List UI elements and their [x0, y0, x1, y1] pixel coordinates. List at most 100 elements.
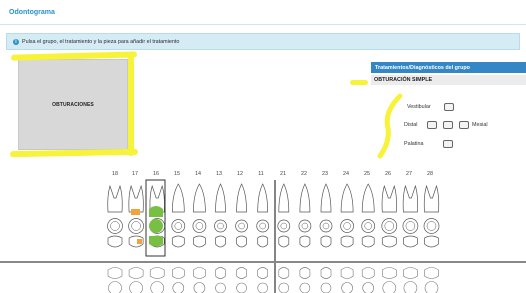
tooth-24-profile	[340, 183, 354, 213]
tooth-25-occlusal	[361, 219, 376, 233]
lower-tooth-9-occlusal	[299, 282, 311, 293]
tooth-26-profile	[381, 184, 397, 213]
tooth-11-profile	[257, 183, 269, 213]
tooth-11-occlusal	[256, 219, 270, 233]
tooth-27-occlusal	[402, 218, 419, 234]
lower-tooth-8-outline	[278, 267, 290, 279]
tooth-25-palatal	[361, 235, 375, 248]
lower-tooth-13-occlusal	[382, 281, 397, 293]
highlight-stroke-right	[128, 56, 134, 156]
marker-tooth-17	[131, 209, 140, 215]
tooth-28[interactable]	[423, 184, 440, 293]
lower-tooth-1-outline	[128, 267, 144, 279]
tooth-24[interactable]	[340, 183, 354, 293]
tooth-18[interactable]	[107, 184, 123, 293]
tooth-22-palatal	[299, 235, 311, 248]
lower-tooth-7-occlusal	[257, 282, 268, 293]
tooth-17-profile	[128, 184, 144, 213]
tooth-14-palatal	[193, 235, 206, 248]
lower-tooth-9-outline	[299, 267, 311, 279]
tooth-12-palatal	[236, 235, 247, 248]
lower-tooth-5-occlusal	[215, 282, 226, 293]
tooth-12-profile	[236, 183, 247, 213]
tooth-22-occlusal	[298, 219, 312, 233]
tooth-12-occlusal	[235, 219, 248, 233]
tooth-25[interactable]	[361, 183, 376, 293]
tooth-27[interactable]	[402, 184, 419, 293]
lower-tooth-12-occlusal	[362, 282, 374, 293]
tooth-23-occlusal	[319, 219, 333, 233]
tooth-17-occlusal	[128, 218, 144, 234]
tooth-13-profile	[215, 183, 226, 213]
tooth-15[interactable]	[171, 183, 186, 293]
lower-tooth-3-outline	[172, 267, 185, 279]
tooth-18-profile	[107, 184, 123, 213]
lower-tooth-10-outline	[320, 267, 332, 279]
tooth-14[interactable]	[192, 183, 207, 293]
lower-tooth-1-occlusal	[129, 281, 143, 293]
tooth-21-occlusal	[277, 219, 291, 233]
tooth-28-profile	[423, 184, 440, 213]
tooth-27-palatal	[403, 235, 418, 248]
lower-tooth-4-occlusal	[193, 282, 206, 293]
tooth-12[interactable]	[235, 183, 248, 293]
lower-tooth-2-occlusal	[150, 281, 164, 293]
tooth-24-palatal	[340, 235, 354, 248]
lower-tooth-10-occlusal	[320, 282, 332, 293]
lower-tooth-3-occlusal	[172, 282, 185, 293]
tooth-22-profile	[299, 183, 311, 213]
tooth-23[interactable]	[319, 183, 333, 293]
treatment-mark-vestibular	[149, 206, 163, 217]
lower-tooth-0-occlusal	[108, 281, 122, 293]
treatment-mark-oclusal	[149, 219, 163, 233]
tooth-11-palatal	[257, 235, 269, 248]
tooth-21[interactable]	[277, 183, 291, 293]
lower-tooth-11-occlusal	[341, 282, 353, 293]
tooth-25-profile	[361, 183, 375, 213]
tooth-24-occlusal	[340, 219, 354, 233]
arch-divider	[0, 261, 526, 263]
tooth-13-palatal	[215, 235, 226, 248]
tooth-15-occlusal	[171, 219, 186, 233]
tooth-28-palatal	[424, 235, 439, 248]
tooth-15-profile	[171, 183, 185, 213]
lower-tooth-12-outline	[361, 267, 375, 279]
tooth-13[interactable]	[214, 183, 227, 293]
tooth-23-palatal	[320, 235, 332, 248]
lower-tooth-6-occlusal	[236, 282, 247, 293]
odontogram-chart	[107, 179, 440, 293]
lower-tooth-14-occlusal	[403, 281, 418, 293]
lower-tooth-11-outline	[340, 267, 354, 279]
lower-tooth-13-outline	[382, 267, 397, 279]
lower-tooth-2-outline	[149, 267, 165, 279]
tooth-26-palatal	[381, 235, 397, 248]
lower-tooth-0-outline	[107, 267, 123, 279]
lower-tooth-8-occlusal	[278, 282, 290, 293]
tooth-11[interactable]	[256, 183, 270, 293]
tooth-27-profile	[402, 184, 418, 213]
tooth-21-palatal	[278, 235, 290, 248]
lower-tooth-4-outline	[193, 267, 206, 279]
highlight-stroke-treatment	[350, 80, 368, 85]
tooth-23-profile	[320, 183, 332, 213]
tooth-14-profile	[193, 183, 206, 213]
lower-tooth-7-outline	[257, 267, 268, 279]
tooth-18-palatal	[107, 235, 123, 248]
tooth-14-occlusal	[192, 219, 207, 233]
tooth-22[interactable]	[298, 183, 312, 293]
tooth-13-occlusal	[214, 219, 227, 233]
treatment-mark-palatina	[149, 236, 163, 247]
tooth-21-profile	[278, 183, 290, 213]
lower-tooth-5-outline	[215, 267, 226, 279]
lower-tooth-14-outline	[403, 267, 418, 279]
tooth-18-occlusal	[107, 218, 123, 234]
marker-tooth-17-palatal	[137, 239, 142, 244]
tooth-15-palatal	[171, 235, 185, 248]
tooth-28-occlusal	[423, 218, 440, 234]
highlight-bracket-faces	[377, 93, 403, 159]
lower-tooth-15-occlusal	[424, 281, 439, 293]
lower-tooth-15-outline	[424, 267, 439, 279]
tooth-26-occlusal	[381, 218, 398, 234]
lower-tooth-6-outline	[236, 267, 247, 279]
tooth-26[interactable]	[381, 184, 398, 293]
